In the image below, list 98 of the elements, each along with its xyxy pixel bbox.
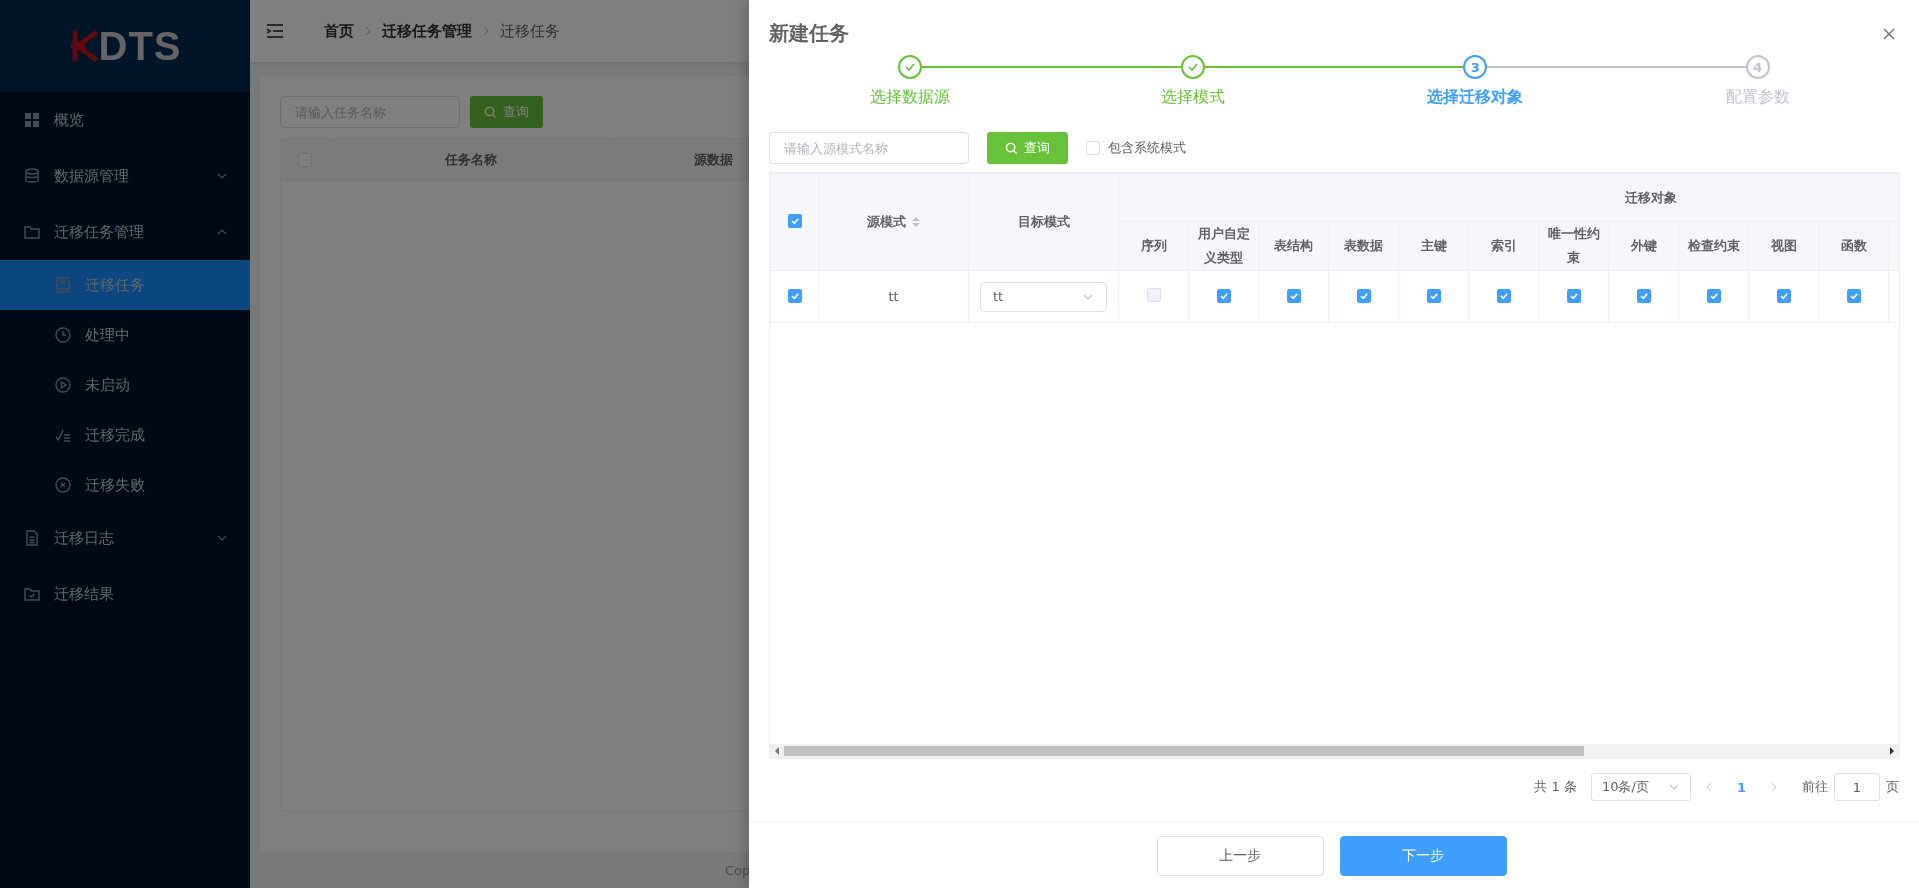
column-header: 唯一性约束: [1538, 221, 1609, 271]
column-header: 用户自定义类型: [1188, 221, 1259, 271]
document-icon: [24, 530, 40, 546]
scroll-left-icon[interactable]: [774, 747, 780, 755]
page-number[interactable]: 1: [1726, 779, 1756, 795]
page-size-select[interactable]: 10条/页: [1590, 773, 1691, 801]
column-group-header: 迁移对象: [1118, 173, 1899, 222]
checkbox[interactable]: [1426, 289, 1441, 303]
submenu-item[interactable]: 未启动: [0, 360, 250, 410]
check-icon: [1568, 291, 1579, 301]
checkbox-label: 包含系统模式: [1108, 139, 1186, 157]
column-header: 表数据: [1328, 221, 1399, 271]
total-count: 共 1 条: [1534, 778, 1577, 796]
check-icon: [789, 291, 800, 301]
column-header: 函数: [1818, 221, 1889, 271]
menu-item[interactable]: 迁移日志: [0, 510, 250, 566]
column-header: 源模式: [867, 213, 906, 231]
check-icon: [789, 216, 800, 226]
target-select[interactable]: tt: [980, 281, 1107, 312]
check-icon: [904, 61, 917, 73]
table-cell: tt: [818, 270, 969, 323]
scroll-right-icon[interactable]: [1889, 747, 1895, 755]
separator-icon: [482, 25, 490, 37]
step-label: 选择模式: [1160, 87, 1225, 108]
breadcrumb-item[interactable]: 首页: [324, 21, 354, 41]
page-field[interactable]: 1: [1834, 773, 1880, 801]
menu-item[interactable]: 概览: [0, 92, 250, 148]
checkbox[interactable]: [1566, 289, 1581, 303]
step-label: 配置参数: [1725, 87, 1790, 108]
step-label: 选择迁移对象: [1427, 87, 1524, 108]
column-header: 任务名称: [329, 139, 614, 180]
check-icon: [1638, 291, 1649, 301]
folder-check-icon: [24, 586, 40, 602]
column-header: 外键: [1608, 221, 1679, 271]
check-icon: [1186, 61, 1199, 73]
menu-item[interactable]: 数据源管理: [0, 148, 250, 204]
check-icon: [1428, 291, 1439, 301]
sort-icon[interactable]: [912, 216, 920, 228]
column-header: 序列: [1118, 221, 1189, 271]
goto-label: 前往: [1802, 778, 1828, 796]
checkbox[interactable]: [1286, 289, 1301, 303]
breadcrumb-item: 迁移任务: [500, 21, 560, 41]
search-icon: [484, 105, 497, 119]
drawer-title: 新建任务: [769, 20, 849, 47]
column-header: 视图: [1748, 221, 1819, 271]
scrollbar-thumb[interactable]: [784, 746, 1584, 756]
page-unit: 页: [1886, 778, 1899, 796]
check-icon: [1218, 291, 1229, 301]
check-icon: [1288, 291, 1299, 301]
step-circle: 4: [1745, 55, 1770, 79]
previous-button[interactable]: 上一步: [1156, 835, 1324, 876]
step-circle: 3: [1463, 55, 1488, 79]
column-header: 检查约束: [1678, 221, 1749, 271]
separator-icon: [364, 25, 372, 37]
column-header: 表结构: [1258, 221, 1329, 271]
checkbox[interactable]: [1846, 289, 1861, 303]
search-button[interactable]: 查询: [470, 96, 543, 128]
menu-item[interactable]: 迁移结果: [0, 566, 250, 622]
checkbox[interactable]: [787, 214, 802, 228]
checkbox[interactable]: [1636, 289, 1651, 303]
book-icon: [55, 277, 71, 293]
column-header: 主键: [1398, 221, 1469, 271]
grid-icon: [24, 112, 40, 128]
clock-icon: [55, 327, 71, 343]
column-header: 索引: [1468, 221, 1539, 271]
submenu-item[interactable]: 迁移失败: [0, 460, 250, 510]
search-field[interactable]: 请输入源模式名称: [769, 132, 969, 164]
check-list-icon: [55, 427, 71, 443]
logo-icon: [68, 29, 99, 63]
column-header: 目标模式: [968, 173, 1119, 271]
folder-icon: [24, 224, 40, 240]
step-label: 选择数据源: [870, 87, 951, 108]
database-icon: [24, 168, 40, 184]
logo-text: DTS: [98, 23, 182, 69]
checkbox[interactable]: [787, 289, 802, 303]
checkbox[interactable]: [1706, 289, 1721, 303]
prev-page-icon[interactable]: [1704, 781, 1713, 793]
check-icon: [1778, 291, 1789, 301]
checkbox[interactable]: [1776, 289, 1791, 303]
next-page-icon[interactable]: [1770, 781, 1778, 793]
submenu-item[interactable]: 处理中: [0, 310, 250, 360]
play-icon: [55, 377, 71, 393]
horizontal-scrollbar[interactable]: [770, 744, 1899, 758]
checkbox[interactable]: [1216, 289, 1231, 303]
search-icon: [1005, 141, 1018, 155]
next-button[interactable]: 下一步: [1339, 835, 1507, 876]
check-icon: [1358, 291, 1369, 301]
submenu-item[interactable]: 迁移完成: [0, 410, 250, 460]
checkbox[interactable]: [1496, 289, 1511, 303]
checkbox[interactable]: [1356, 289, 1371, 303]
search-button[interactable]: 查询: [987, 132, 1068, 164]
menu-icon[interactable]: [266, 23, 284, 39]
check-icon: [1848, 291, 1859, 301]
check-icon: [1498, 291, 1509, 301]
breadcrumb-item[interactable]: 迁移任务管理: [382, 21, 472, 41]
menu-item[interactable]: 迁移任务管理: [0, 204, 250, 260]
check-icon: [1708, 291, 1719, 301]
close-circle-icon: [55, 477, 71, 493]
